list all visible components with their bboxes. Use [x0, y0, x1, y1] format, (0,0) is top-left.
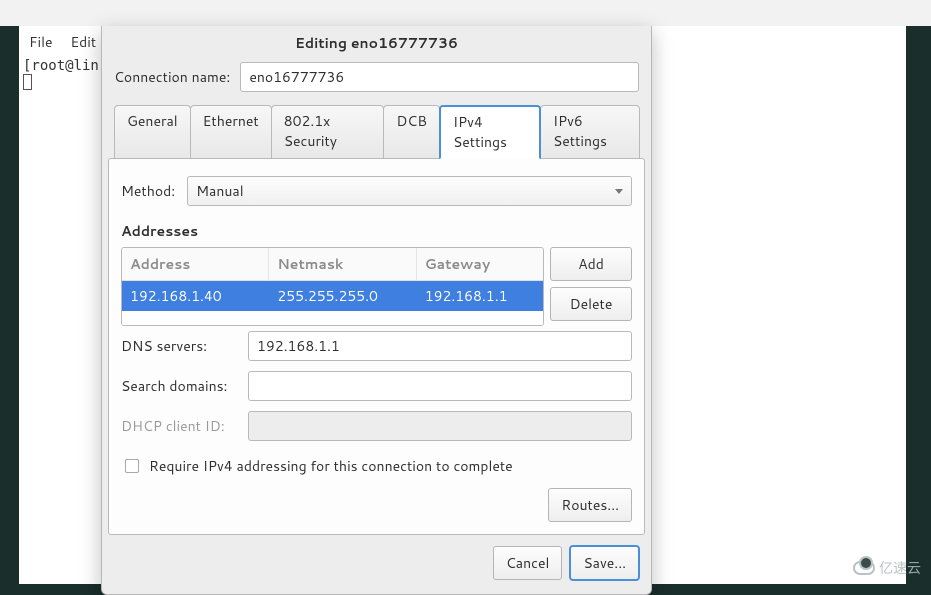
watermark: 亿速云 — [853, 558, 921, 578]
col-netmask[interactable]: Netmask — [269, 248, 416, 281]
method-label: Method: — [121, 181, 175, 201]
tab-ipv6[interactable]: IPv6 Settings — [540, 105, 640, 159]
dialog-title: Editing eno16777736 — [102, 26, 651, 59]
connection-name-label: Connection name: — [114, 67, 230, 87]
chevron-down-icon — [615, 189, 623, 194]
tab-general[interactable]: General — [114, 105, 191, 159]
cell-netmask: 255.255.255.0 — [269, 281, 416, 311]
dns-input[interactable] — [248, 331, 632, 361]
watermark-text: 亿速云 — [879, 558, 921, 578]
dns-label: DNS servers: — [121, 336, 236, 356]
dhcp-client-id-label: DHCP client ID: — [121, 416, 236, 436]
tab-bar: General Ethernet 802.1x Security DCB IPv… — [102, 95, 651, 159]
dhcp-client-id-input — [248, 411, 632, 441]
search-domains-label: Search domains: — [121, 376, 236, 396]
tab-8021x[interactable]: 802.1x Security — [271, 105, 385, 159]
method-select[interactable]: Manual — [187, 176, 632, 206]
routes-button[interactable]: Routes... — [548, 488, 632, 522]
delete-button[interactable]: Delete — [550, 287, 632, 321]
table-header: Address Netmask Gateway — [122, 248, 543, 281]
add-button[interactable]: Add — [550, 247, 632, 281]
terminal-cursor — [23, 74, 32, 90]
connection-name-input[interactable] — [240, 62, 639, 92]
save-button[interactable]: Save... — [570, 546, 639, 580]
tab-ipv4[interactable]: IPv4 Settings — [439, 105, 541, 159]
require-ipv4-label: Require IPv4 addressing for this connect… — [149, 456, 513, 476]
tab-ethernet[interactable]: Ethernet — [190, 105, 272, 159]
cell-gateway: 192.168.1.1 — [417, 281, 543, 311]
addresses-table[interactable]: Address Netmask Gateway 192.168.1.40 255… — [121, 247, 544, 326]
search-domains-input[interactable] — [248, 371, 632, 401]
cell-address: 192.168.1.40 — [122, 281, 269, 311]
window-titlebar — [0, 0, 931, 26]
cancel-button[interactable]: Cancel — [493, 546, 563, 580]
require-ipv4-checkbox[interactable] — [125, 459, 139, 473]
menu-edit[interactable]: Edit — [70, 32, 96, 52]
ipv4-panel: Method: Manual Addresses Address Netmask… — [108, 158, 645, 535]
terminal-prompt: [root@lin — [23, 58, 99, 74]
cloud-icon — [853, 561, 875, 575]
addresses-label: Addresses — [121, 221, 632, 241]
method-value: Manual — [196, 181, 243, 201]
col-gateway[interactable]: Gateway — [417, 248, 543, 281]
network-editor-dialog: Editing eno16777736 Connection name: Gen… — [101, 26, 652, 595]
menu-file[interactable]: File — [29, 32, 53, 52]
col-address[interactable]: Address — [122, 248, 269, 281]
table-blank-row[interactable] — [122, 311, 543, 325]
table-row[interactable]: 192.168.1.40 255.255.255.0 192.168.1.1 — [122, 281, 543, 311]
tab-dcb[interactable]: DCB — [383, 105, 440, 159]
